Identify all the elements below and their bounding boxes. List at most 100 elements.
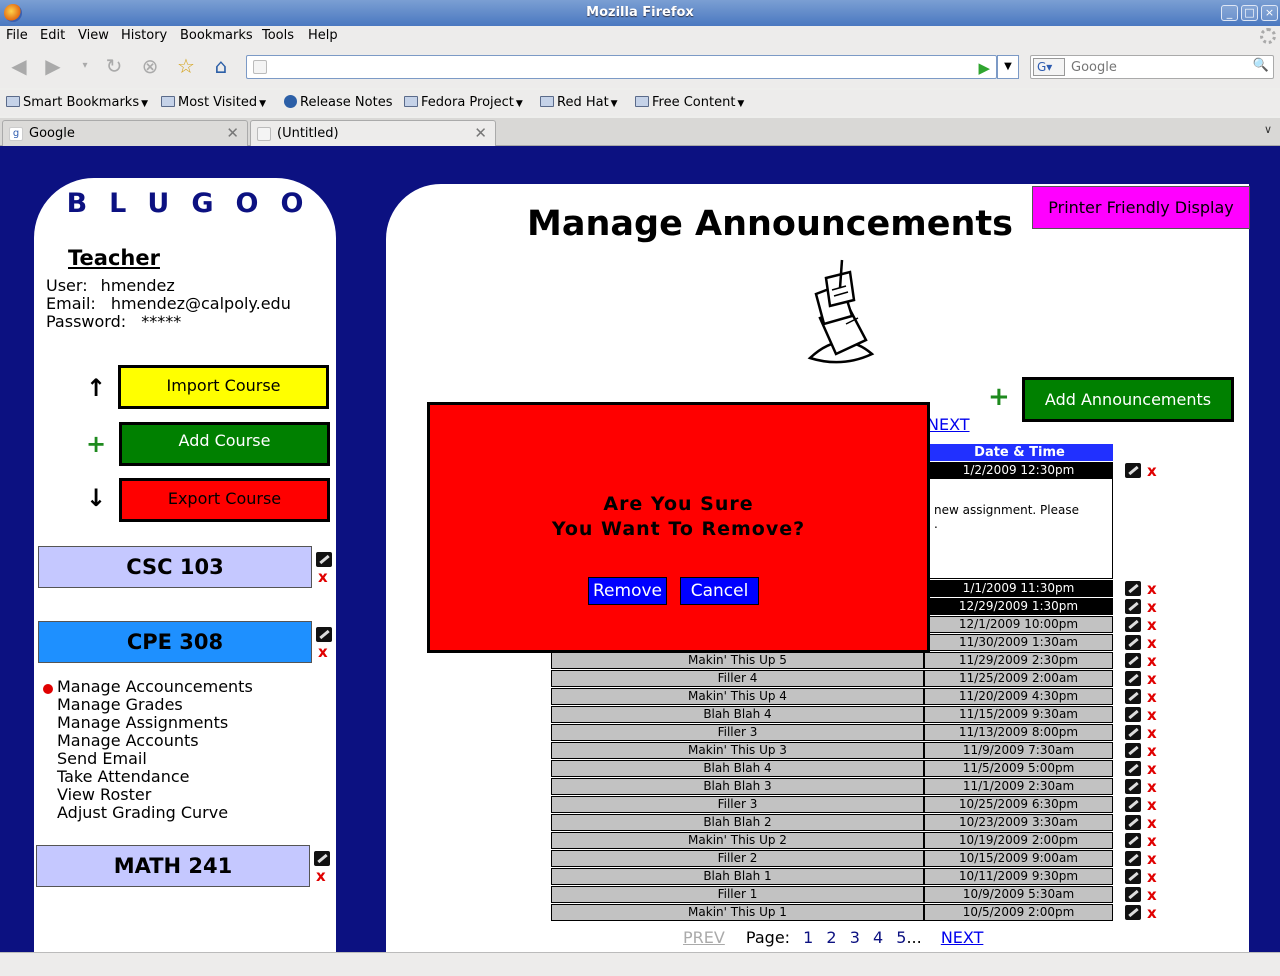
- bookmark-free-content[interactable]: Free Content ▼: [635, 95, 744, 110]
- table-row[interactable]: Makin' This Up 4 11/20/2009 4:30pm x: [551, 688, 1157, 706]
- page-link-5[interactable]: 5: [896, 928, 906, 947]
- menu-edit[interactable]: Edit: [40, 28, 65, 43]
- course-math-241[interactable]: MATH 241: [36, 845, 310, 887]
- table-row[interactable]: Makin' This Up 2 10/19/2009 2:00pm x: [551, 832, 1157, 850]
- next-page-link[interactable]: NEXT: [941, 928, 984, 947]
- delete-icon[interactable]: x: [1147, 816, 1157, 831]
- edit-icon[interactable]: [1125, 689, 1141, 704]
- menu-file[interactable]: File: [6, 28, 28, 43]
- bookmark-red-hat[interactable]: Red Hat ▼: [540, 95, 618, 110]
- delete-icon[interactable]: x: [1147, 762, 1157, 777]
- delete-icon[interactable]: x: [1147, 618, 1157, 633]
- go-icon[interactable]: ▶: [978, 59, 990, 77]
- edit-icon[interactable]: [1125, 725, 1141, 740]
- table-row[interactable]: Blah Blah 1 10/11/2009 9:30pm x: [551, 868, 1157, 886]
- import-course-button[interactable]: Import Course: [118, 365, 329, 409]
- bookmark-star-icon[interactable]: ☆: [175, 56, 197, 78]
- forward-icon[interactable]: ▶: [42, 56, 64, 78]
- edit-icon[interactable]: [1125, 581, 1141, 596]
- edit-icon[interactable]: [1125, 707, 1141, 722]
- edit-icon[interactable]: [1125, 617, 1141, 632]
- table-row[interactable]: Filler 2 10/15/2009 9:00am x: [551, 850, 1157, 868]
- history-dropdown-icon[interactable]: ▾: [74, 56, 96, 78]
- delete-icon[interactable]: x: [1147, 690, 1157, 705]
- menu-bookmarks[interactable]: Bookmarks: [180, 28, 253, 43]
- edit-icon[interactable]: [1125, 887, 1141, 902]
- edit-icon[interactable]: [1125, 905, 1141, 920]
- prev-page-link[interactable]: PREV: [683, 928, 725, 947]
- bookmark-smart-bookmarks[interactable]: Smart Bookmarks ▼: [6, 95, 148, 110]
- edit-icon[interactable]: [1125, 743, 1141, 758]
- search-bar[interactable]: G▾ 🔍: [1030, 55, 1274, 79]
- delete-icon[interactable]: x: [1147, 600, 1157, 615]
- cancel-button[interactable]: Cancel: [680, 577, 759, 605]
- edit-icon[interactable]: [1125, 671, 1141, 686]
- page-link-2[interactable]: 2: [826, 928, 836, 947]
- close-window-button[interactable]: ×: [1261, 5, 1278, 21]
- edit-course-icon[interactable]: [316, 627, 332, 642]
- table-row[interactable]: Filler 1 10/9/2009 5:30am x: [551, 886, 1157, 904]
- edit-icon[interactable]: [1125, 779, 1141, 794]
- menu-manage-accounts[interactable]: Manage Accounts: [57, 732, 253, 750]
- page-link-1[interactable]: 1: [803, 928, 813, 947]
- delete-icon[interactable]: x: [1147, 464, 1157, 479]
- delete-icon[interactable]: x: [1147, 582, 1157, 597]
- edit-icon[interactable]: [1125, 869, 1141, 884]
- edit-icon[interactable]: [1125, 599, 1141, 614]
- delete-course-icon[interactable]: x: [318, 570, 328, 585]
- menu-take-attendance[interactable]: Take Attendance: [57, 768, 253, 786]
- delete-icon[interactable]: x: [1147, 708, 1157, 723]
- delete-icon[interactable]: x: [1147, 726, 1157, 741]
- delete-icon[interactable]: x: [1147, 888, 1157, 903]
- url-dropdown-icon[interactable]: ▼: [997, 55, 1019, 79]
- edit-course-icon[interactable]: [314, 851, 330, 866]
- bookmark-fedora-project[interactable]: Fedora Project ▼: [404, 95, 523, 110]
- url-input[interactable]: [273, 58, 963, 76]
- table-row[interactable]: Blah Blah 2 10/23/2009 3:30am x: [551, 814, 1157, 832]
- delete-course-icon[interactable]: x: [316, 869, 326, 884]
- url-bar[interactable]: ▶: [246, 55, 997, 79]
- delete-icon[interactable]: x: [1147, 906, 1157, 921]
- menu-history[interactable]: History: [121, 28, 167, 43]
- export-course-button[interactable]: Export Course: [119, 478, 330, 522]
- menu-view[interactable]: View: [78, 28, 109, 43]
- delete-icon[interactable]: x: [1147, 672, 1157, 687]
- reload-icon[interactable]: ↻: [103, 56, 125, 78]
- delete-icon[interactable]: x: [1147, 654, 1157, 669]
- edit-icon[interactable]: [1125, 463, 1141, 478]
- delete-icon[interactable]: x: [1147, 852, 1157, 867]
- edit-course-icon[interactable]: [316, 552, 332, 567]
- edit-icon[interactable]: [1125, 761, 1141, 776]
- table-row[interactable]: Blah Blah 3 11/1/2009 2:30am x: [551, 778, 1157, 796]
- bookmark-most-visited[interactable]: Most Visited ▼: [161, 95, 266, 110]
- table-row[interactable]: Filler 4 11/25/2009 2:00am x: [551, 670, 1157, 688]
- list-all-tabs-icon[interactable]: ∨: [1264, 123, 1272, 136]
- back-icon[interactable]: ◀: [8, 56, 30, 78]
- edit-icon[interactable]: [1125, 635, 1141, 650]
- delete-icon[interactable]: x: [1147, 744, 1157, 759]
- add-announcements-button[interactable]: Add Announcements: [1022, 377, 1234, 422]
- course-cpe-308[interactable]: CPE 308: [38, 621, 312, 663]
- page-link-3[interactable]: 3: [850, 928, 860, 947]
- table-row[interactable]: Filler 3 10/25/2009 6:30pm x: [551, 796, 1157, 814]
- delete-icon[interactable]: x: [1147, 780, 1157, 795]
- minimize-button[interactable]: _: [1221, 5, 1238, 21]
- delete-course-icon[interactable]: x: [318, 645, 328, 660]
- page-link-4[interactable]: 4: [873, 928, 883, 947]
- menu-tools[interactable]: Tools: [262, 28, 294, 43]
- table-row[interactable]: Blah Blah 4 11/15/2009 9:30am x: [551, 706, 1157, 724]
- edit-icon[interactable]: [1125, 815, 1141, 830]
- table-row[interactable]: Filler 3 11/13/2009 8:00pm x: [551, 724, 1157, 742]
- maximize-button[interactable]: □: [1241, 5, 1258, 21]
- bookmark-release-notes[interactable]: Release Notes: [284, 95, 392, 110]
- remove-button[interactable]: Remove: [588, 577, 667, 605]
- printer-friendly-button[interactable]: Printer Friendly Display: [1032, 186, 1250, 229]
- stop-icon[interactable]: ⊗: [139, 56, 161, 78]
- menu-manage-assignments[interactable]: Manage Assignments: [57, 714, 253, 732]
- table-row[interactable]: Makin' This Up 5 11/29/2009 2:30pm x: [551, 652, 1157, 670]
- table-row[interactable]: Blah Blah 4 11/5/2009 5:00pm x: [551, 760, 1157, 778]
- menu-view-roster[interactable]: View Roster: [57, 786, 253, 804]
- table-row[interactable]: Makin' This Up 3 11/9/2009 7:30am x: [551, 742, 1157, 760]
- delete-icon[interactable]: x: [1147, 798, 1157, 813]
- menu-manage-announcements[interactable]: Manage Accouncements: [57, 678, 253, 696]
